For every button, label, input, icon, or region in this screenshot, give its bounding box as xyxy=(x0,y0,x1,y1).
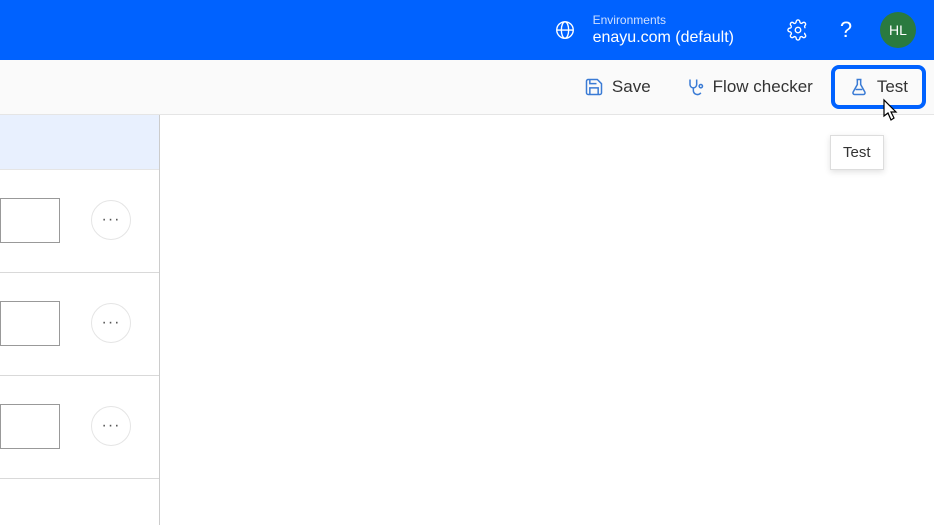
settings-icon[interactable] xyxy=(784,16,812,44)
save-icon xyxy=(584,77,604,97)
tooltip-text: Test xyxy=(843,144,871,161)
avatar-initials: HL xyxy=(889,22,907,38)
flow-card-row: ··· xyxy=(0,273,159,376)
row-more-button[interactable]: ··· xyxy=(91,303,131,343)
flow-card-row: ··· xyxy=(0,376,159,479)
flow-checker-label: Flow checker xyxy=(713,77,813,97)
help-icon[interactable]: ? xyxy=(832,16,860,44)
test-tooltip: Test xyxy=(830,135,884,170)
row-more-button[interactable]: ··· xyxy=(91,200,131,240)
ellipsis-icon: ··· xyxy=(102,211,121,229)
ellipsis-icon: ··· xyxy=(102,314,121,332)
row-more-button[interactable]: ··· xyxy=(91,406,131,446)
environment-name: enayu.com (default) xyxy=(593,28,734,47)
flow-canvas-panel: ··· ··· ··· xyxy=(0,115,160,525)
ellipsis-icon: ··· xyxy=(102,417,121,435)
command-bar: Save Flow checker Test xyxy=(0,60,934,115)
test-label: Test xyxy=(877,77,908,97)
test-button[interactable]: Test xyxy=(837,71,920,103)
flow-checker-button[interactable]: Flow checker xyxy=(675,71,823,103)
flow-card-row: ··· xyxy=(0,170,159,273)
app-header: Environments enayu.com (default) ? HL xyxy=(0,0,934,60)
save-button[interactable]: Save xyxy=(574,71,661,103)
save-label: Save xyxy=(612,77,651,97)
flask-icon xyxy=(849,77,869,97)
environment-label: Environments xyxy=(593,13,734,27)
stethoscope-icon xyxy=(685,77,705,97)
environment-selector[interactable]: Environments enayu.com (default) xyxy=(551,13,734,47)
user-avatar[interactable]: HL xyxy=(880,12,916,48)
flow-card-header[interactable] xyxy=(0,115,159,170)
card-input-field[interactable] xyxy=(0,301,60,346)
environment-text: Environments enayu.com (default) xyxy=(593,13,734,47)
globe-icon xyxy=(551,16,579,44)
card-input-field[interactable] xyxy=(0,404,60,449)
card-input-field[interactable] xyxy=(0,198,60,243)
